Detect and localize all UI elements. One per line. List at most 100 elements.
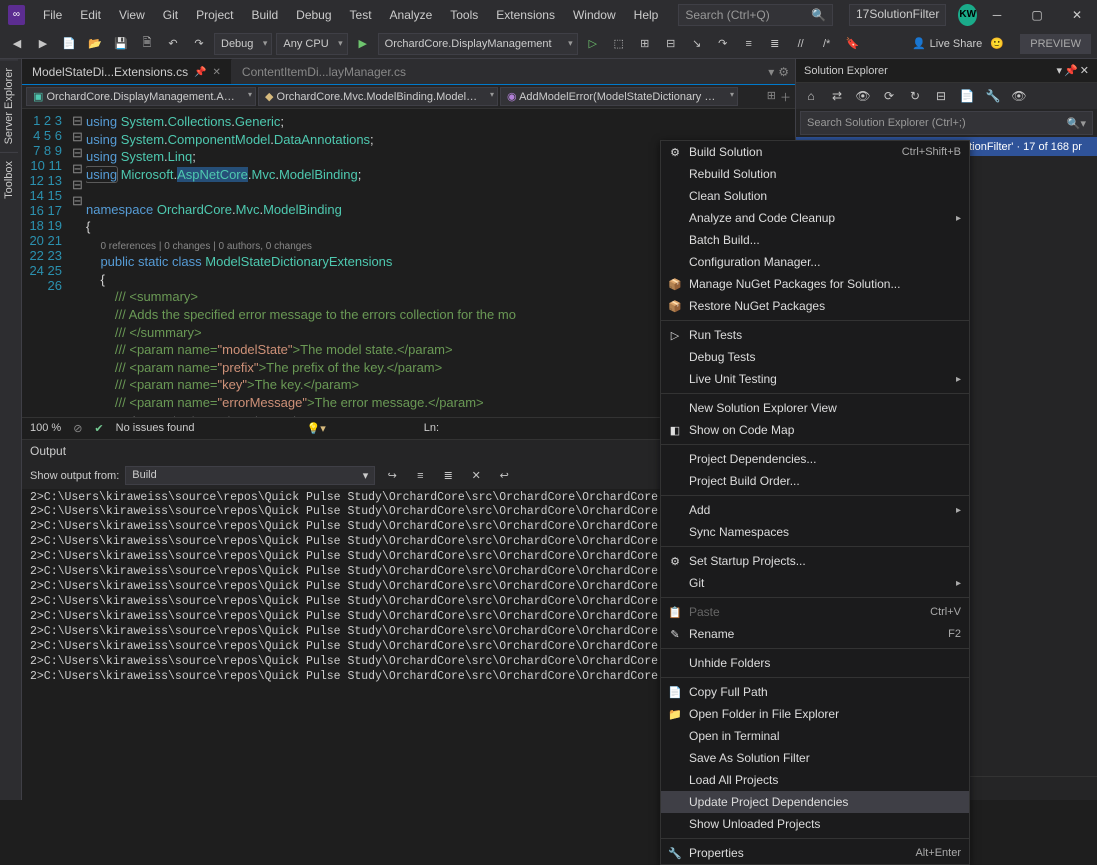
lightbulb-icon[interactable]: 💡▾	[307, 422, 326, 435]
search-input[interactable]: Search (Ctrl+Q) 🔍	[678, 4, 833, 26]
ctx-restore-nuget-packages[interactable]: 📦Restore NuGet Packages	[661, 295, 969, 317]
sol-dropdown-icon[interactable]: ▾	[1057, 64, 1063, 77]
ctx-properties[interactable]: 🔧PropertiesAlt+Enter	[661, 842, 969, 864]
ctx-project-build-order-[interactable]: Project Build Order...	[661, 470, 969, 492]
open-icon[interactable]: 📂	[84, 33, 106, 55]
ctx-copy-full-path[interactable]: 📄Copy Full Path	[661, 681, 969, 703]
ctx-project-dependencies-[interactable]: Project Dependencies...	[661, 448, 969, 470]
back-icon[interactable]: ◀	[6, 33, 28, 55]
ctx-show-unloaded-projects[interactable]: Show Unloaded Projects	[661, 813, 969, 835]
preview-button[interactable]: PREVIEW	[1020, 34, 1091, 54]
codelens-1[interactable]: 0 references | 0 changes | 0 authors, 0 …	[100, 241, 311, 252]
restore-button[interactable]: ▢	[1017, 0, 1057, 29]
tab-settings-icon[interactable]: ⚙	[778, 65, 789, 79]
tab-active[interactable]: ModelStateDi...Extensions.cs 📌 ✕	[22, 59, 232, 84]
ctx-manage-nuget-packages-for-solution-[interactable]: 📦Manage NuGet Packages for Solution...	[661, 273, 969, 295]
toolbar-icon-1[interactable]: ⬚	[608, 33, 630, 55]
liveshare-button[interactable]: 👤 Live Share	[912, 37, 982, 50]
configuration-dropdown[interactable]: Debug	[214, 33, 272, 55]
menu-tools[interactable]: Tools	[442, 4, 486, 26]
outdent-icon[interactable]: ≡	[738, 33, 760, 55]
step-over-icon[interactable]: ↷	[712, 33, 734, 55]
menu-git[interactable]: Git	[155, 4, 186, 26]
ctx-rename[interactable]: ✎RenameF2	[661, 623, 969, 645]
server-explorer-tab[interactable]: Server Explorer	[0, 59, 18, 152]
menu-help[interactable]: Help	[626, 4, 667, 26]
solution-search-input[interactable]: Search Solution Explorer (Ctrl+;) 🔍▾	[800, 111, 1093, 135]
ctx-batch-build-[interactable]: Batch Build...	[661, 229, 969, 251]
sol-preview-icon[interactable]: 👁	[1008, 85, 1030, 107]
new-project-icon[interactable]: 📄	[58, 33, 80, 55]
start-without-debug-icon[interactable]: ▷	[582, 33, 604, 55]
output-prev-icon[interactable]: ≡	[409, 465, 431, 487]
tab-overflow-icon[interactable]: ▾	[768, 65, 774, 79]
toolbar-icon-2[interactable]: ⊞	[634, 33, 656, 55]
start-debug-icon[interactable]: ▶	[352, 33, 374, 55]
ctx-live-unit-testing[interactable]: Live Unit Testing▸	[661, 368, 969, 390]
menu-view[interactable]: View	[111, 4, 153, 26]
ctx-add[interactable]: Add▸	[661, 499, 969, 521]
menu-analyze[interactable]: Analyze	[382, 4, 441, 26]
ctx-new-solution-explorer-view[interactable]: New Solution Explorer View	[661, 397, 969, 419]
menu-file[interactable]: File	[35, 4, 70, 26]
ctx-git[interactable]: Git▸	[661, 572, 969, 594]
split-editor-icon[interactable]: ⊞	[767, 89, 776, 105]
toolbox-tab[interactable]: Toolbox	[0, 152, 18, 207]
pin-icon[interactable]: 📌	[194, 67, 206, 78]
menu-debug[interactable]: Debug	[288, 4, 339, 26]
ctx-rebuild-solution[interactable]: Rebuild Solution	[661, 163, 969, 185]
toolbar-icon-3[interactable]: ⊟	[660, 33, 682, 55]
issues-label[interactable]: No issues found	[116, 422, 195, 434]
step-into-icon[interactable]: ↘	[686, 33, 708, 55]
sol-properties-icon[interactable]: 🔧	[982, 85, 1004, 107]
menu-window[interactable]: Window	[565, 4, 624, 26]
undo-icon[interactable]: ↶	[162, 33, 184, 55]
forward-icon[interactable]: ▶	[32, 33, 54, 55]
ctx-debug-tests[interactable]: Debug Tests	[661, 346, 969, 368]
platform-dropdown[interactable]: Any CPU	[276, 33, 347, 55]
sol-showall-icon[interactable]: 📄	[956, 85, 978, 107]
ctx-run-tests[interactable]: ▷Run Tests	[661, 324, 969, 346]
output-next-icon[interactable]: ≣	[437, 465, 459, 487]
sol-sync-icon[interactable]: ⟳	[878, 85, 900, 107]
start-target-dropdown[interactable]: OrchardCore.DisplayManagement	[378, 33, 578, 55]
ctx-show-on-code-map[interactable]: ◧Show on Code Map	[661, 419, 969, 441]
ctx-save-as-solution-filter[interactable]: Save As Solution Filter	[661, 747, 969, 769]
sol-pending-icon[interactable]: 👁	[852, 85, 874, 107]
add-tab-icon[interactable]: ＋	[780, 89, 791, 105]
ctx-configuration-manager-[interactable]: Configuration Manager...	[661, 251, 969, 273]
error-indicator-icon[interactable]: ⊘	[73, 422, 82, 435]
save-all-icon[interactable]: 🗎	[136, 33, 158, 55]
sol-close-icon[interactable]: ✕	[1080, 64, 1089, 77]
ctx-build-solution[interactable]: ⚙Build SolutionCtrl+Shift+B	[661, 141, 969, 163]
menu-edit[interactable]: Edit	[72, 4, 109, 26]
ctx-clean-solution[interactable]: Clean Solution	[661, 185, 969, 207]
output-source-dropdown[interactable]: Build▾	[125, 466, 375, 485]
breadcrumb-project[interactable]: ▣ OrchardCore.DisplayManagement.Abstract…	[26, 87, 256, 106]
minimize-button[interactable]: ─	[977, 0, 1017, 29]
save-icon[interactable]: 💾	[110, 33, 132, 55]
ctx-analyze-and-code-cleanup[interactable]: Analyze and Code Cleanup▸	[661, 207, 969, 229]
menu-project[interactable]: Project	[188, 4, 241, 26]
ctx-open-in-terminal[interactable]: Open in Terminal	[661, 725, 969, 747]
close-tab-icon[interactable]: ✕	[213, 67, 221, 78]
close-button[interactable]: ✕	[1057, 0, 1097, 29]
feedback-icon[interactable]: 🙂	[986, 33, 1008, 55]
breadcrumb-namespace[interactable]: ◆ OrchardCore.Mvc.ModelBinding.ModelStat…	[258, 87, 498, 106]
comment-icon[interactable]: //	[790, 33, 812, 55]
menu-extensions[interactable]: Extensions	[488, 4, 563, 26]
ctx-load-all-projects[interactable]: Load All Projects	[661, 769, 969, 791]
ctx-sync-namespaces[interactable]: Sync Namespaces	[661, 521, 969, 543]
folding-column[interactable]: ⊟ ⊟ ⊟ ⊟ ⊟ ⊟	[72, 109, 86, 417]
ctx-open-folder-in-file-explorer[interactable]: 📁Open Folder in File Explorer	[661, 703, 969, 725]
indent-icon[interactable]: ≣	[764, 33, 786, 55]
sol-refresh-icon[interactable]: ↻	[904, 85, 926, 107]
menu-build[interactable]: Build	[243, 4, 286, 26]
ctx-unhide-folders[interactable]: Unhide Folders	[661, 652, 969, 674]
output-wrap-icon[interactable]: ↩	[493, 465, 515, 487]
sol-home-icon[interactable]: ⌂	[800, 85, 822, 107]
output-goto-icon[interactable]: ↪	[381, 465, 403, 487]
sol-switch-views-icon[interactable]: ⇄	[826, 85, 848, 107]
sol-pin-icon[interactable]: 📌	[1064, 64, 1078, 77]
output-clear-icon[interactable]: ✕	[465, 465, 487, 487]
